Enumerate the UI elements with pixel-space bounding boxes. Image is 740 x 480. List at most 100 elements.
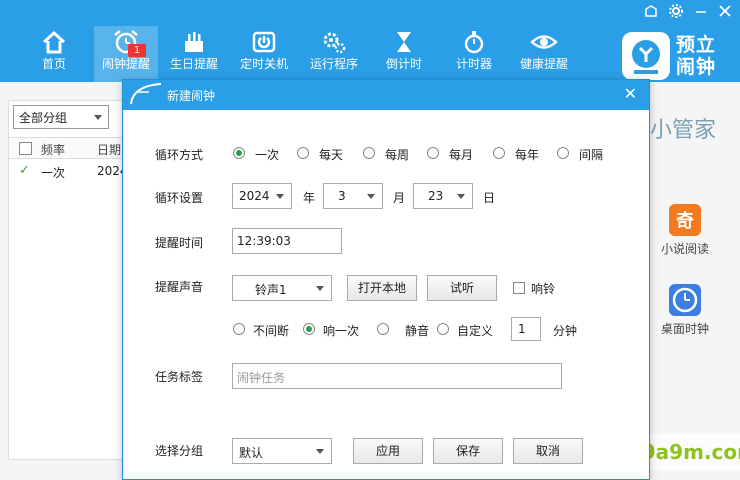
app-logo: 预立 闹钟 (622, 32, 734, 80)
svg-text:奇: 奇 (676, 210, 694, 232)
loop-mode-label: 循环方式 (155, 148, 204, 162)
radio-sound-continuous-label: 不间断 (253, 324, 290, 338)
task-tag-label: 任务标签 (155, 370, 204, 384)
day-unit: 日 (483, 191, 496, 205)
novel-reader-icon: 奇 (669, 204, 701, 236)
list-header: 频率 日期 (9, 137, 129, 159)
radio-loop-monthly-label: 每月 (449, 148, 474, 162)
toolbar-item-home[interactable]: 首页 (22, 28, 86, 78)
preview-button[interactable]: 试听 (427, 275, 497, 301)
toolbar-item-label: 运行程序 (309, 57, 358, 71)
year-select[interactable]: 2024 (232, 183, 292, 209)
radio-loop-once[interactable] (233, 147, 245, 159)
chevron-down-icon (316, 449, 324, 454)
radio-loop-daily[interactable] (297, 147, 309, 159)
alarm-clock-icon (94, 28, 158, 56)
col-date: 日期 (97, 143, 122, 157)
toolbar-item-shutdown[interactable]: 定时关机 (232, 28, 296, 78)
group-label: 选择分组 (155, 444, 204, 458)
birthday-cake-icon (162, 28, 226, 56)
list-item[interactable]: ✓ 一次 2024 (9, 161, 129, 183)
save-button[interactable]: 保存 (433, 438, 503, 464)
toolbar-item-label: 定时关机 (239, 57, 288, 71)
radio-loop-once-label: 一次 (255, 148, 280, 162)
toolbar-item-alarm[interactable]: 1 闹钟提醒 (94, 26, 158, 82)
home-icon (22, 28, 86, 56)
toolbar-item-label: 生日提醒 (169, 57, 218, 71)
dialog-logo-icon (125, 82, 165, 108)
side-app-clock[interactable]: 桌面时钟 (650, 284, 720, 337)
chevron-down-icon (94, 115, 102, 120)
group-value: 默认 (239, 446, 264, 460)
dialog-titlebar: 新建闹钟 ✕ (123, 80, 649, 110)
logo-text: 预立 闹钟 (676, 34, 717, 78)
toolbar-item-birthday[interactable]: 生日提醒 (162, 28, 226, 78)
gear-icon[interactable] (668, 3, 684, 25)
remind-time-input[interactable]: 12:39:03 (232, 228, 342, 254)
group-filter-select[interactable]: 全部分组 (13, 105, 109, 129)
logo-badge-icon (622, 32, 670, 80)
sound-label: 提醒声音 (155, 280, 204, 294)
ring-checkbox-label: 响铃 (531, 282, 556, 296)
row-frequency: 一次 (41, 166, 66, 180)
toolbar-item-label: 闹钟提醒 (101, 57, 150, 71)
skin-icon[interactable] (644, 4, 658, 24)
dialog-close-icon[interactable]: ✕ (624, 85, 637, 103)
task-tag-input[interactable]: 闹钟任务 (232, 363, 562, 389)
chevron-down-icon (367, 194, 375, 199)
radio-loop-monthly[interactable] (427, 147, 439, 159)
remind-time-label: 提醒时间 (155, 236, 204, 250)
radio-sound-custom[interactable] (437, 323, 449, 335)
radio-loop-weekly-label: 每周 (385, 148, 410, 162)
open-local-button[interactable]: 打开本地 (347, 275, 417, 301)
chevron-down-icon (457, 194, 465, 199)
radio-loop-daily-label: 每天 (319, 148, 344, 162)
radio-sound-continuous[interactable] (233, 323, 245, 335)
close-icon[interactable] (718, 4, 732, 24)
apply-button[interactable]: 应用 (353, 438, 423, 464)
radio-loop-yearly[interactable] (493, 147, 505, 159)
radio-loop-interval-label: 间隔 (579, 148, 604, 162)
radio-sound-mute[interactable] (377, 323, 389, 335)
minutes-unit: 分钟 (553, 324, 578, 338)
ring-checkbox[interactable] (513, 282, 525, 294)
toolbar-item-run-program[interactable]: 运行程序 (302, 28, 366, 78)
month-value: 3 (338, 189, 346, 203)
side-app-label: 桌面时钟 (660, 322, 709, 336)
radio-sound-once[interactable] (303, 323, 315, 335)
side-app-novel[interactable]: 奇 小说阅读 (650, 204, 720, 257)
radio-loop-interval[interactable] (557, 147, 569, 159)
window-controls (644, 4, 732, 24)
alarm-list-panel: 全部分组 频率 日期 ✓ 一次 2024 (8, 100, 133, 460)
sound-select[interactable]: 铃声1 (232, 275, 332, 301)
brand-partial-text: 小管家 (650, 118, 717, 143)
power-icon (232, 28, 296, 56)
select-all-checkbox[interactable] (19, 142, 32, 155)
custom-minutes-input[interactable]: 1 (511, 317, 541, 341)
toolbar-item-label: 倒计时 (385, 57, 422, 71)
eye-icon (512, 28, 576, 56)
row-checked-icon[interactable]: ✓ (19, 163, 30, 178)
toolbar-item-countdown[interactable]: 倒计时 (372, 28, 436, 78)
toolbar-item-timer[interactable]: 计时器 (442, 28, 506, 78)
chevron-down-icon (276, 194, 284, 199)
radio-loop-weekly[interactable] (363, 147, 375, 159)
year-unit: 年 (303, 191, 316, 205)
dialog-title: 新建闹钟 (167, 89, 216, 103)
day-value: 23 (428, 189, 444, 203)
month-select[interactable]: 3 (323, 183, 383, 209)
month-unit: 月 (393, 191, 406, 205)
toolbar-item-health[interactable]: 健康提醒 (512, 28, 576, 78)
toolbar-item-label: 首页 (41, 57, 66, 71)
group-select[interactable]: 默认 (232, 438, 332, 464)
minimize-icon[interactable] (694, 4, 708, 24)
cancel-button[interactable]: 取消 (513, 438, 583, 464)
day-select[interactable]: 23 (413, 183, 473, 209)
radio-sound-mute-label: 静音 (405, 324, 430, 338)
desktop-clock-icon (669, 284, 701, 316)
col-frequency: 频率 (41, 143, 66, 157)
hourglass-icon (372, 28, 436, 56)
chevron-down-icon (316, 286, 324, 291)
gears-icon (302, 28, 366, 56)
new-alarm-dialog: 新建闹钟 ✕ 循环方式 一次 每天 每周 每月 每年 间隔 循环设置 2024 … (122, 79, 650, 480)
